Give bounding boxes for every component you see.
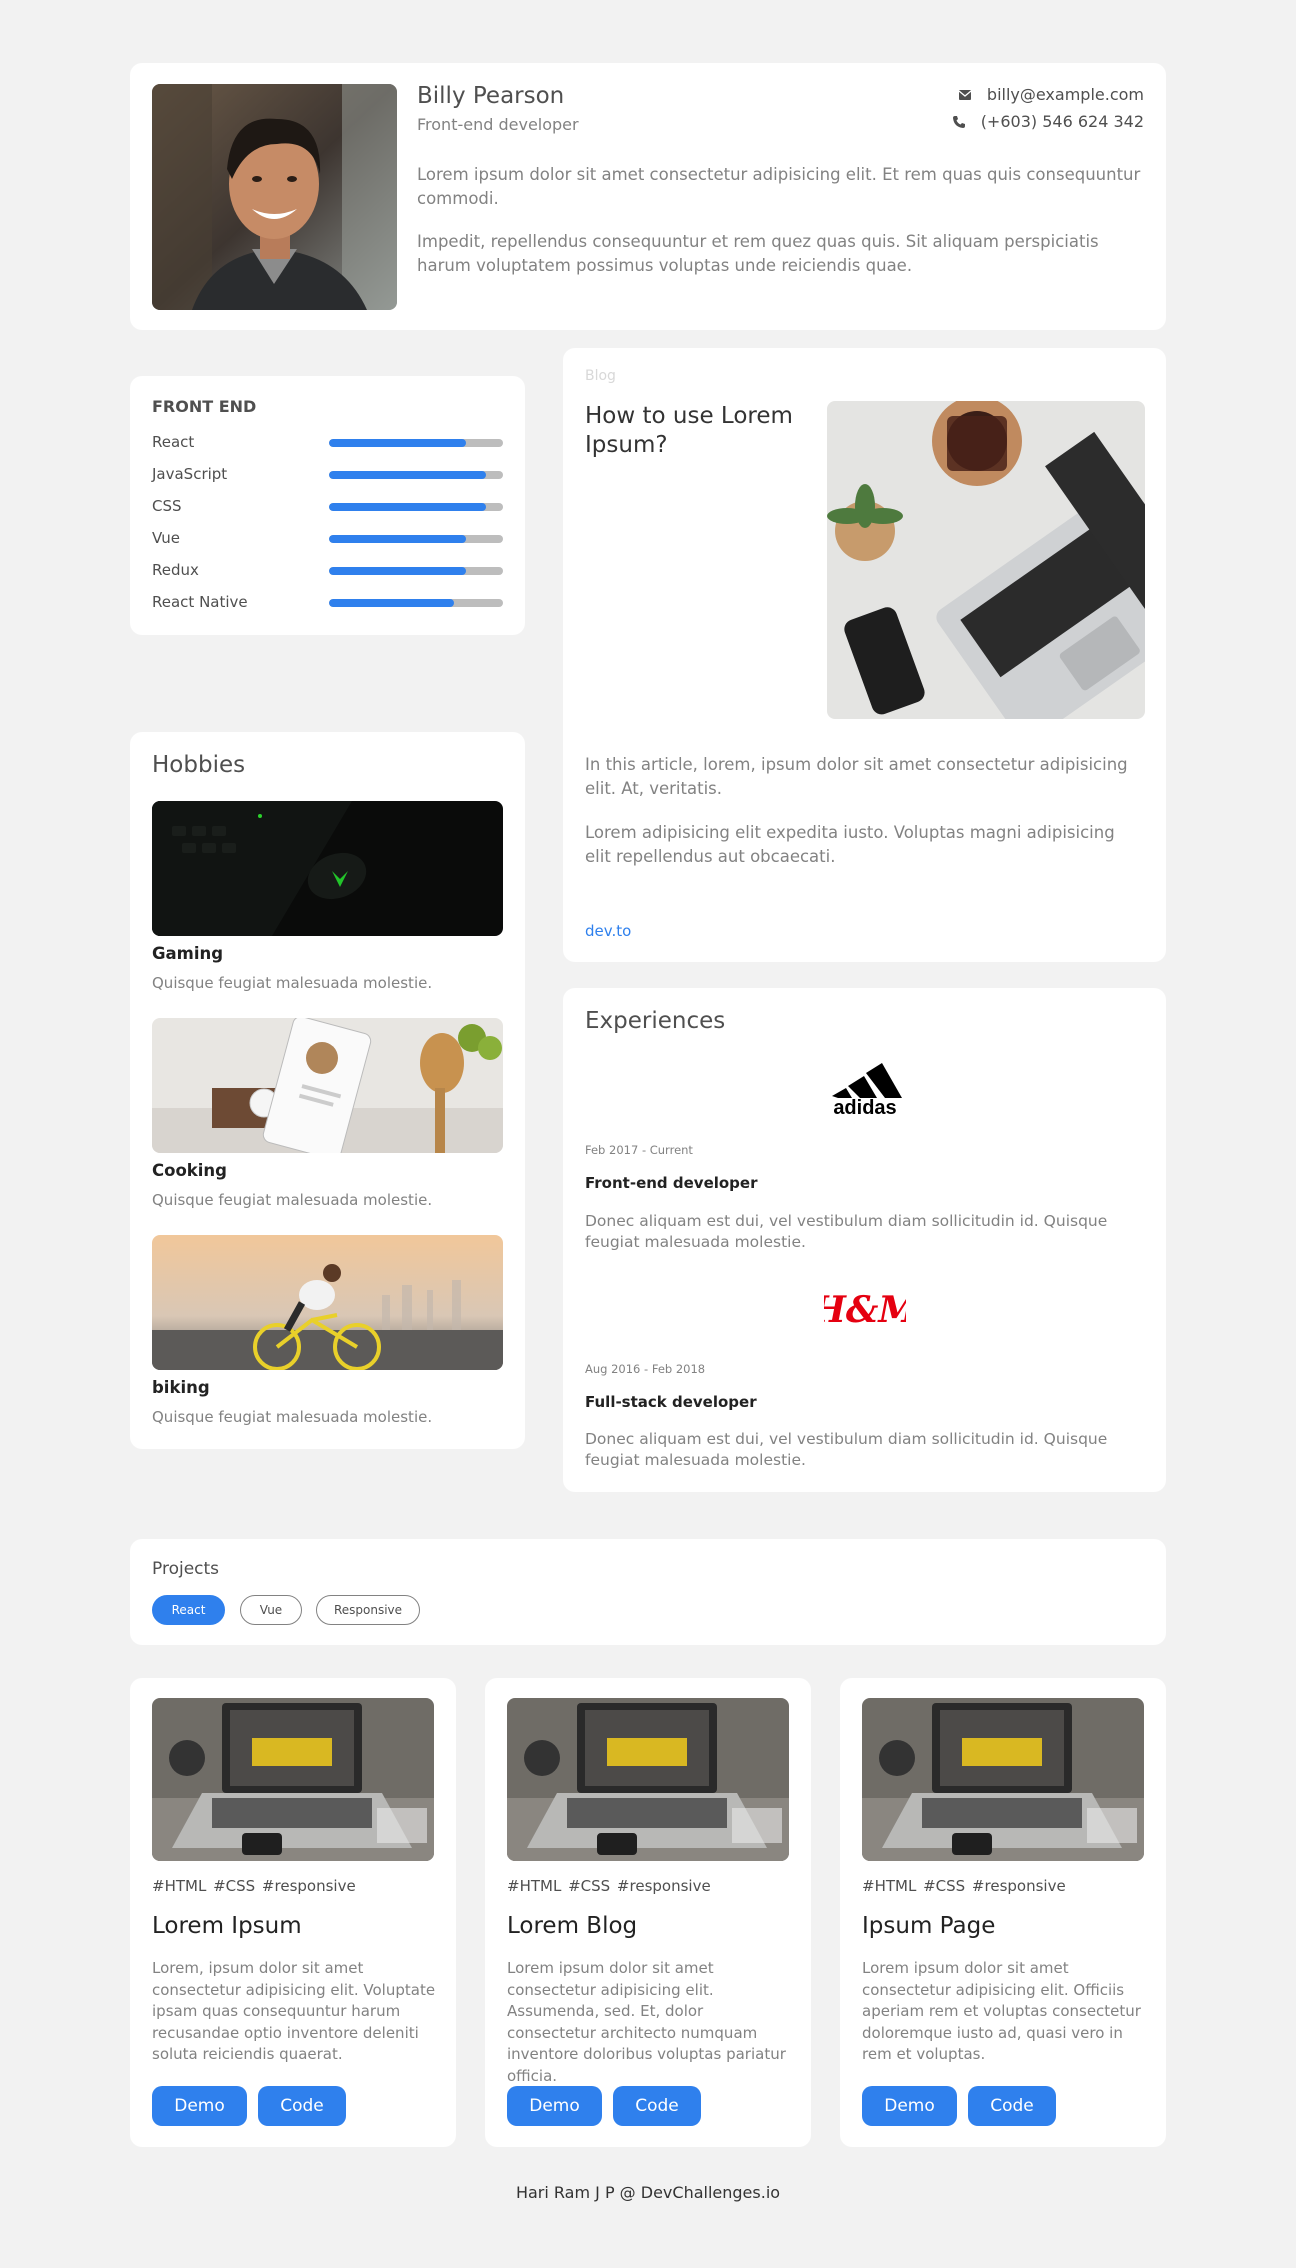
profile-photo xyxy=(152,84,397,310)
hobbies-title: Hobbies xyxy=(152,752,246,778)
skill-row: Vue xyxy=(152,529,503,549)
email-text: billy@example.com xyxy=(986,85,1144,104)
project-image xyxy=(152,1698,434,1861)
project-title: Lorem Ipsum xyxy=(152,1913,302,1939)
project-image xyxy=(507,1698,789,1861)
hm-logo: H&M xyxy=(811,1276,920,1336)
adidas-logo: adidas xyxy=(824,1058,906,1119)
demo-button[interactable]: Demo xyxy=(152,2086,247,2126)
experience-role: Front-end developer xyxy=(585,1174,758,1192)
hobby-name: biking xyxy=(152,1378,210,1397)
hobby-name: Cooking xyxy=(152,1161,227,1180)
skill-bar xyxy=(329,567,503,575)
blog-link[interactable]: dev.to xyxy=(585,922,631,940)
experience-date: Feb 2017 - Current xyxy=(585,1143,693,1157)
skill-name: Vue xyxy=(152,529,180,547)
skill-name: React xyxy=(152,433,195,451)
code-button[interactable]: Code xyxy=(258,2086,346,2126)
skill-row: JavaScript xyxy=(152,465,503,485)
profile-role: Front-end developer xyxy=(417,115,579,134)
hm-logo-text: H&M xyxy=(824,1289,906,1331)
blog-title: How to use Lorem Ipsum? xyxy=(585,403,793,458)
project-desc: Lorem ipsum dolor sit amet consectetur a… xyxy=(507,1959,786,2085)
filter-react[interactable]: React xyxy=(152,1595,225,1625)
hobby-desc: Quisque feugiat malesuada molestie. xyxy=(152,1191,433,1209)
skill-bar-fill xyxy=(329,535,467,543)
skill-bar-fill xyxy=(329,503,486,511)
mail-icon xyxy=(957,87,973,103)
phone-text: (+603) 546 624 342 xyxy=(980,112,1144,131)
project-title: Lorem Blog xyxy=(507,1913,638,1939)
profile-name: Billy Pearson xyxy=(417,83,565,109)
skill-bar-fill xyxy=(329,439,467,447)
experience-desc: Donec aliquam est dui, vel vestibulum di… xyxy=(585,1430,1108,1469)
cooking-image xyxy=(152,1018,503,1153)
phone-contact[interactable]: (+603) 546 624 342 xyxy=(951,112,1144,131)
hobbies-card: Hobbies Gaming Quisque feugiat malesuada… xyxy=(130,732,525,1449)
skill-name: Redux xyxy=(152,561,199,579)
skill-bar xyxy=(329,503,503,511)
experience-desc: Donec aliquam est dui, vel vestibulum di… xyxy=(585,1212,1108,1251)
project-tags: #HTML #CSS #responsive xyxy=(152,1877,356,1895)
skill-name: JavaScript xyxy=(152,465,228,483)
experiences-title: Experiences xyxy=(585,1008,726,1034)
projects-filter-card: Projects React Vue Responsive xyxy=(130,1539,1166,1645)
project-tags: #HTML #CSS #responsive xyxy=(507,1877,711,1895)
project-card: #HTML #CSS #responsive Lorem Ipsum Lorem… xyxy=(130,1678,456,2147)
gaming-image xyxy=(152,801,503,936)
email-contact[interactable]: billy@example.com xyxy=(957,85,1144,104)
hobby-name: Gaming xyxy=(152,944,224,963)
code-button[interactable]: Code xyxy=(613,2086,701,2126)
skill-bar xyxy=(329,471,503,479)
project-desc: Lorem, ipsum dolor sit amet consectetur … xyxy=(152,1959,436,2063)
skill-bar xyxy=(329,439,503,447)
filter-vue[interactable]: Vue xyxy=(240,1595,302,1625)
phone-icon xyxy=(951,114,967,130)
skills-title: FRONT END xyxy=(152,397,257,416)
projects-title: Projects xyxy=(152,1559,220,1579)
blog-card: Blog How to use Lorem Ipsum? In this art… xyxy=(563,348,1166,962)
experience-role: Full-stack developer xyxy=(585,1393,757,1411)
adidas-logo-text: adidas xyxy=(833,1097,896,1118)
skill-name: React Native xyxy=(152,593,248,611)
demo-button[interactable]: Demo xyxy=(862,2086,957,2126)
code-button[interactable]: Code xyxy=(968,2086,1056,2126)
skill-row: Redux xyxy=(152,561,503,581)
project-desc: Lorem ipsum dolor sit amet consectetur a… xyxy=(862,1959,1141,2063)
skill-name: CSS xyxy=(152,497,182,515)
skill-bar xyxy=(329,599,503,607)
biking-image xyxy=(152,1235,503,1370)
skill-row: CSS xyxy=(152,497,503,517)
skill-bar xyxy=(329,535,503,543)
project-card: #HTML #CSS #responsive Lorem Blog Lorem … xyxy=(485,1678,811,2147)
hobby-desc: Quisque feugiat malesuada molestie. xyxy=(152,1408,433,1426)
blog-paragraph-1: In this article, lorem, ipsum dolor sit … xyxy=(585,755,1128,798)
profile-bio-2: Impedit, repellendus consequuntur et rem… xyxy=(417,232,1099,275)
project-image xyxy=(862,1698,1144,1861)
project-tags: #HTML #CSS #responsive xyxy=(862,1877,1066,1895)
experience-date: Aug 2016 - Feb 2018 xyxy=(585,1362,706,1376)
blog-label: Blog xyxy=(585,368,616,384)
hobby-desc: Quisque feugiat malesuada molestie. xyxy=(152,974,433,992)
profile-card: Billy Pearson Front-end developer billy@… xyxy=(130,63,1166,330)
experiences-card: Experiences adidas Feb 2017 - Current Fr… xyxy=(563,988,1166,1492)
skill-row: React Native xyxy=(152,593,503,613)
demo-button[interactable]: Demo xyxy=(507,2086,602,2126)
project-card: #HTML #CSS #responsive Ipsum Page Lorem … xyxy=(840,1678,1166,2147)
skill-bar-fill xyxy=(329,599,455,607)
blog-image xyxy=(827,401,1145,719)
skills-card: FRONT END React JavaScript CSS Vue Redux… xyxy=(130,376,525,635)
blog-paragraph-2: Lorem adipisicing elit expedita iusto. V… xyxy=(585,823,1115,866)
filter-responsive[interactable]: Responsive xyxy=(316,1595,420,1625)
skill-bar-fill xyxy=(329,567,467,575)
footer-credit: Hari Ram J P @ DevChallenges.io xyxy=(515,2183,781,2202)
skill-row: React xyxy=(152,433,503,453)
skill-bar-fill xyxy=(329,471,486,479)
project-title: Ipsum Page xyxy=(862,1913,996,1939)
profile-bio-1: Lorem ipsum dolor sit amet consectetur a… xyxy=(417,165,1141,208)
